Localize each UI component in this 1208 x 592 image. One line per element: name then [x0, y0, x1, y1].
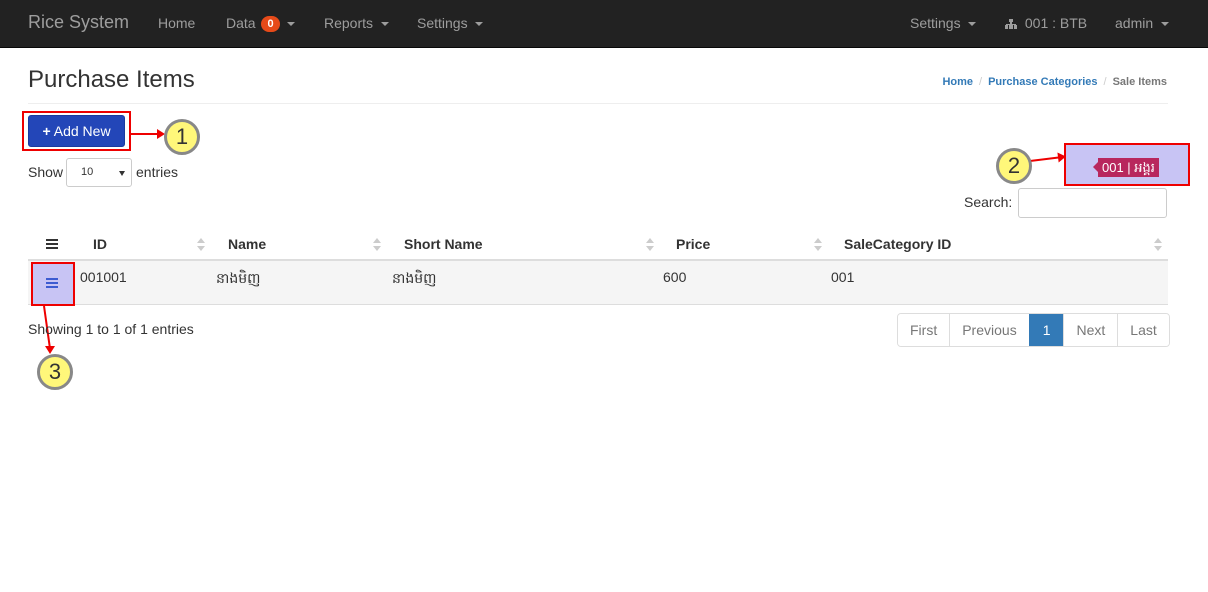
page-first-button[interactable]: First: [898, 314, 950, 346]
column-header-short-name[interactable]: Short Name: [404, 236, 483, 252]
user-label: admin: [1115, 15, 1154, 31]
sort-icon[interactable]: [1154, 238, 1162, 252]
add-new-label: Add New: [53, 123, 111, 139]
row-action-menu-icon[interactable]: [46, 278, 58, 288]
data-count-badge: 0: [261, 16, 280, 33]
cell-name: នាងមិញ: [216, 270, 261, 286]
annotation-arrowhead-2: [1057, 151, 1067, 163]
nav-item-reports[interactable]: Reports: [324, 14, 389, 32]
nav-item-label: Settings: [417, 15, 468, 31]
show-label: Show: [28, 164, 64, 180]
plus-icon: +: [42, 123, 51, 139]
nav-item-data[interactable]: Data 0: [226, 14, 296, 33]
header-divider: [28, 103, 1168, 104]
top-navbar: Rice System Home Data 0 Reports Settings…: [0, 0, 1208, 48]
breadcrumb-separator: /: [979, 76, 983, 88]
cell-price: 600: [663, 269, 687, 285]
sort-icon[interactable]: [373, 238, 381, 252]
company-badge: 001 | អង្គរ: [1098, 158, 1159, 177]
items-table: ID Name Short Name Price SaleCategory ID…: [28, 228, 1168, 306]
annotation-callout-2: 2: [996, 148, 1032, 184]
column-header-id[interactable]: ID: [93, 236, 107, 252]
chevron-down-icon: [380, 22, 389, 27]
breadcrumb-purchase-categories[interactable]: Purchase Categories: [988, 76, 1097, 88]
breadcrumb-home[interactable]: Home: [942, 76, 973, 88]
sort-icon[interactable]: [197, 238, 205, 252]
chevron-down-icon: [968, 22, 977, 27]
breadcrumb: Home / Purchase Categories / Sale Items: [942, 76, 1167, 88]
pagination: First Previous 1 Next Last: [897, 313, 1170, 347]
table-row: 001001 នាងមិញ នាងមិញ 600 001: [28, 261, 1168, 306]
nav-branch-selector[interactable]: 001 : BTB: [1005, 14, 1087, 32]
nav-item-label: Settings: [910, 15, 961, 31]
chevron-down-icon: [119, 171, 125, 176]
sort-icon[interactable]: [814, 238, 822, 252]
entries-per-page-select[interactable]: 10: [66, 158, 132, 187]
cell-salecategory-id: 001: [831, 269, 855, 285]
sort-icon[interactable]: [646, 238, 654, 252]
menu-icon: [46, 239, 58, 249]
search-label: Search:: [964, 194, 1013, 210]
chevron-down-icon: [475, 22, 484, 27]
search-input[interactable]: [1018, 188, 1167, 218]
column-header-name[interactable]: Name: [228, 236, 266, 252]
table-header: ID Name Short Name Price SaleCategory ID: [28, 228, 1168, 261]
brand-logo[interactable]: Rice System: [28, 12, 129, 33]
nav-right-settings[interactable]: Settings: [910, 14, 977, 32]
annotation-callout-1: 1: [164, 119, 200, 155]
annotation-callout-3: 3: [37, 354, 73, 390]
branch-label: 001 : BTB: [1024, 15, 1088, 31]
page-title: Purchase Items: [28, 66, 195, 93]
page-next-button[interactable]: Next: [1063, 314, 1118, 346]
nav-user-menu[interactable]: admin: [1115, 14, 1170, 32]
page-number-button[interactable]: 1: [1028, 314, 1064, 346]
breadcrumb-separator: /: [1103, 76, 1107, 88]
entries-select-value: 10: [81, 166, 94, 178]
table-info: Showing 1 to 1 of 1 entries: [28, 321, 194, 337]
breadcrumb-sale-items: Sale Items: [1112, 76, 1167, 88]
nav-item-label: Data: [226, 15, 256, 31]
cell-short-name: នាងមិញ: [392, 270, 437, 286]
chevron-down-icon: [287, 22, 296, 27]
chevron-down-icon: [1161, 22, 1170, 27]
cell-id: 001001: [80, 269, 127, 285]
page-last-button[interactable]: Last: [1117, 314, 1169, 346]
add-new-button[interactable]: + Add New: [28, 115, 125, 147]
page-previous-button[interactable]: Previous: [949, 314, 1029, 346]
nav-item-settings[interactable]: Settings: [417, 14, 484, 32]
entries-label: entries: [136, 164, 179, 180]
column-header-price[interactable]: Price: [676, 236, 710, 252]
column-header-salecategory-id[interactable]: SaleCategory ID: [844, 236, 951, 252]
nav-item-label: Reports: [324, 15, 374, 31]
annotation-arrowhead-3: [45, 346, 55, 354]
nav-item-home[interactable]: Home: [158, 14, 195, 32]
sitemap-icon: [1005, 18, 1017, 30]
nav-item-label: Home: [158, 15, 196, 31]
